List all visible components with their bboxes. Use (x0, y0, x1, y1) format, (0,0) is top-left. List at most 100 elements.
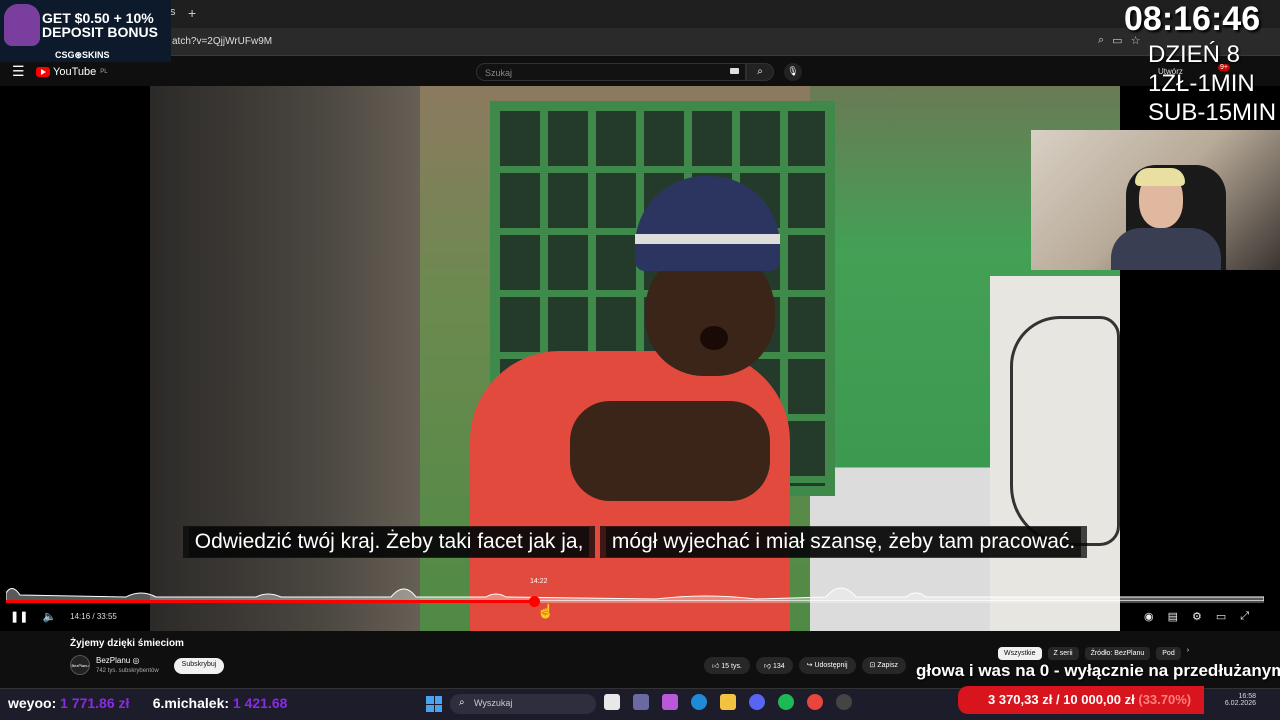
like-count: 15 tys. (721, 663, 742, 670)
related-filter-chips: Wszystkie Z serii Źródło: BezPlanu Pod › (998, 647, 1189, 660)
autoplay-toggle-icon[interactable]: ◉ (1144, 610, 1154, 623)
stream-clock: 08:16:46 (1124, 0, 1261, 38)
webcam-hair (1135, 168, 1185, 186)
menu-icon[interactable]: ☰ (12, 63, 25, 80)
chip-related[interactable]: Pod (1156, 647, 1181, 660)
share-button[interactable]: ↪ Udostępnij (798, 657, 856, 674)
info-line-sub: SUB-15MIN (1148, 99, 1277, 126)
volume-icon[interactable]: 🔈 (42, 610, 56, 623)
verified-icon: ◎ (132, 656, 140, 665)
subtitle-line-2: mógł wyjechać i miał szansę, żeby tam pr… (605, 527, 1082, 557)
thumbs-down-icon: 👎︎ (763, 663, 773, 670)
channel-avatar[interactable]: BezPlanu (70, 655, 90, 675)
streamer-webcam (1031, 130, 1280, 270)
youtube-play-icon (36, 67, 50, 77)
ad-headline-2: DEPOSIT BONUS (42, 24, 158, 40)
info-line-rate: 1ZŁ-1MIN (1148, 70, 1255, 97)
player-controls-right: ◉ ▤ ⚙ ▭ ⤢ (1144, 610, 1249, 623)
top-donor-2-amount: 1 421.68 (232, 695, 288, 711)
tray-time: 16:58 (1238, 693, 1256, 700)
info-line-day: DZIEŃ 8 (1148, 41, 1241, 68)
zoom-icon[interactable]: ⌕ (1098, 34, 1104, 47)
stream-ticker: głowa i was na 0 - wyłącznie na przedłuż… (916, 661, 1280, 680)
progress-bar[interactable] (6, 596, 1264, 607)
subtitle-line-1: Odwiedzić twój kraj. Żeby taki facet jak… (188, 527, 590, 557)
mic-icon: 🎙 (787, 66, 799, 76)
taskbar-pinned-apps (604, 694, 852, 710)
webcam-body (1111, 228, 1221, 270)
tray-date: 6.02.2026 (1224, 700, 1256, 707)
copilot-icon[interactable] (662, 694, 678, 710)
save-button[interactable]: ⊡ Zapisz (861, 657, 906, 674)
hover-timestamp: 14:22 (530, 578, 548, 585)
chrome-icon[interactable] (807, 694, 823, 710)
subtitles-icon[interactable]: ▤ (1168, 610, 1178, 623)
address-bar: atch?v=2QjjWrUFw9M ⌕ ▭ ☆ (0, 28, 1280, 56)
stream-info: DZIEŃ 8 1ZŁ-1MIN SUB-15MIN (1148, 40, 1276, 127)
settings-gear-icon[interactable]: ⚙ (1192, 610, 1202, 623)
top-donors: weyoo: 1 771.86 zł 6.michalek: 1 421.68 (8, 695, 287, 711)
chevron-right-icon[interactable]: › (1187, 647, 1189, 660)
spotify-icon[interactable] (778, 694, 794, 710)
save-label: Zapisz (877, 662, 898, 669)
chip-series[interactable]: Z serii (1047, 647, 1079, 660)
donation-current: 3 370,33 zł (988, 692, 1053, 707)
browser-tab-bar: s + (0, 0, 1280, 28)
taskbar-search-input[interactable]: ⌕ Wyszukaj (450, 694, 596, 714)
file-explorer-icon[interactable] (720, 694, 736, 710)
youtube-header: ☰ YouTube PL Szukaj ⌕ 🎙 Utwórz 9+ (0, 57, 1280, 86)
pause-icon[interactable]: ❚❚ (10, 610, 28, 623)
dislike-count: 134 (772, 663, 785, 670)
scene-person (470, 176, 790, 631)
taskbar-search-icon: ⌕ (459, 697, 465, 708)
taskbar-search-placeholder: Wyszukaj (474, 698, 513, 708)
recording-app-icon[interactable] (836, 694, 852, 710)
youtube-logo[interactable]: YouTube PL (36, 66, 108, 78)
edge-icon[interactable] (691, 694, 707, 710)
ad-brand: CSG⊛SKINS (55, 50, 110, 60)
theater-mode-icon[interactable]: ▭ (1216, 610, 1226, 623)
cast-icon[interactable]: ▭ (1112, 34, 1122, 47)
search-button[interactable]: ⌕ (746, 63, 774, 81)
video-title: Żyjemy dzięki śmieciom (70, 638, 184, 649)
video-actions: 👍︎ 15 tys. 👎︎ 134 ↪ Udostępnij ⊡ Zapisz (704, 657, 906, 674)
dislike-button[interactable]: 👎︎ 134 (755, 657, 793, 674)
donation-percent: (33.70%) (1138, 692, 1192, 707)
sponsor-mascot-icon (4, 4, 40, 46)
donation-goal: 10 000,00 zł (1063, 692, 1135, 707)
player-controls-left: ❚❚ 🔈 14:16 / 33:55 (10, 610, 117, 623)
top-donor-1-amount: 1 771.86 zł (60, 695, 130, 711)
donation-goal-text: 3 370,33 zł / 10 000,00 zł (33.70%) (988, 692, 1192, 707)
store-icon[interactable] (633, 694, 649, 710)
discord-icon[interactable] (749, 694, 765, 710)
scene-beanie (635, 176, 780, 271)
time-display: 14:16 / 33:55 (70, 612, 117, 621)
url-text[interactable]: atch?v=2QjjWrUFw9M (172, 36, 272, 47)
windows-start-icon[interactable] (426, 696, 442, 712)
scene-wall-drawing (1010, 316, 1120, 546)
share-label: Udostępnij (814, 662, 848, 669)
scene-mouth (700, 326, 728, 350)
search-input[interactable]: Szukaj (476, 63, 746, 81)
task-view-icon[interactable] (604, 694, 620, 710)
new-tab-button[interactable]: + (188, 5, 196, 21)
region-code: PL (100, 69, 108, 75)
screen: s + atch?v=2QjjWrUFw9M ⌕ ▭ ☆ ☰ YouTube P… (0, 0, 1280, 720)
voice-search-button[interactable]: 🎙 (784, 63, 802, 81)
channel-name-text: BezPlanu (96, 656, 131, 665)
chip-all[interactable]: Wszystkie (998, 647, 1042, 660)
fullscreen-icon[interactable]: ⤢ (1240, 610, 1249, 623)
like-button[interactable]: 👍︎ 15 tys. (704, 657, 750, 674)
scene-hands (570, 401, 770, 501)
scene-beanie-band (635, 234, 780, 244)
sponsor-ad-banner: GET $0.50 + 10% DEPOSIT BONUS CSG⊛SKINS (0, 0, 171, 62)
progress-fill (6, 600, 535, 603)
system-tray-clock[interactable]: 16:58 6.02.2026 (1216, 693, 1256, 707)
thumbs-up-icon: 👍︎ (712, 663, 722, 670)
subscribe-button[interactable]: Subskrybuj (174, 658, 224, 674)
search-icon: ⌕ (757, 66, 763, 77)
channel-name[interactable]: BezPlanu ◎ (96, 656, 139, 665)
chip-source[interactable]: Źródło: BezPlanu (1084, 647, 1151, 660)
keyboard-icon[interactable] (730, 68, 739, 74)
mouse-cursor-icon: ☝ (537, 603, 555, 619)
